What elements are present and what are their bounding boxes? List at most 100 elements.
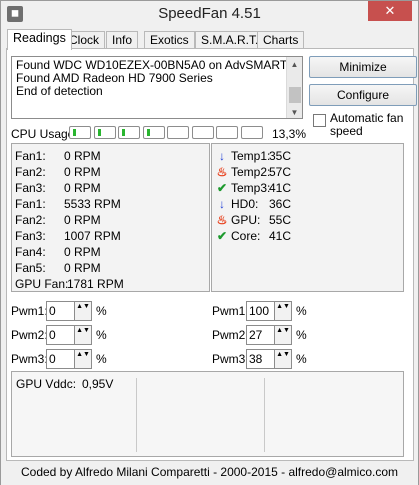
spinner-arrows-icon[interactable]: ▲▼: [74, 302, 91, 320]
fan-row: Fan2: 0 RPM: [15, 213, 205, 228]
scroll-up-icon[interactable]: ▲: [287, 58, 302, 71]
configure-button[interactable]: Configure: [309, 84, 417, 106]
fan-value: 0 RPM: [64, 165, 101, 179]
status-bar: Coded by Alfredo Milani Comparetti - 200…: [1, 461, 418, 485]
fan-row: Fan3: 1007 RPM: [15, 229, 205, 244]
cpu-core-fill: [97, 129, 101, 136]
pwm-spinner[interactable]: 100 ▲▼: [246, 301, 292, 321]
pwm-label: Pwm2:: [212, 328, 249, 342]
pwm-value[interactable]: 38: [249, 352, 262, 366]
voltage-row: GPU Vddc: 0,95V: [16, 377, 134, 392]
temp-label: GPU:: [231, 213, 261, 227]
pwm-spinner[interactable]: 38 ▲▼: [246, 349, 292, 369]
automatic-fan-speed-label: Automatic fan speed: [330, 111, 404, 138]
pwm-value[interactable]: 27: [249, 328, 262, 342]
cpu-usage-label: CPU Usage: [11, 127, 75, 141]
log-line: End of detection: [16, 84, 103, 98]
temp-value: 41C: [269, 229, 292, 243]
cpu-core-fill: [122, 129, 125, 136]
fan-value: 0 RPM: [64, 261, 101, 275]
tab-charts[interactable]: Charts: [257, 31, 305, 49]
temp-label: Temp3:: [231, 181, 271, 195]
fan-row: Fan3: 0 RPM: [15, 181, 205, 196]
temp-row: ♨ Temp2: 57C: [216, 165, 396, 180]
fan-label: Fan1:: [15, 149, 46, 163]
pwm-spinner[interactable]: 0 ▲▼: [46, 325, 92, 345]
cpu-core-bar: [118, 126, 140, 139]
tab-info[interactable]: Info: [106, 31, 139, 49]
cpu-core-bar: [216, 126, 238, 139]
title-bar: ◼ SpeedFan 4.51 ✕: [1, 1, 418, 27]
scroll-thumb[interactable]: [289, 87, 301, 103]
tab-smart[interactable]: S.M.A.R.T.: [195, 31, 265, 49]
spinner-arrows-icon[interactable]: ▲▼: [274, 350, 291, 368]
fan-row: Fan4: 0 RPM: [15, 245, 205, 260]
voltage-label: GPU Vddc:: [16, 377, 77, 391]
fan-label: Fan3:: [15, 229, 46, 243]
temp-row: ✔ Temp3: 41C: [216, 181, 396, 196]
fan-label: Fan4:: [15, 245, 46, 259]
spinner-arrows-icon[interactable]: ▲▼: [74, 350, 91, 368]
pwm-unit: %: [296, 304, 307, 318]
pwm-label: Pwm1:: [212, 304, 249, 318]
tab-readings[interactable]: Readings: [7, 29, 72, 50]
arrow-down-icon: ↓: [219, 197, 225, 211]
pwm-unit: %: [296, 352, 307, 366]
fan-row: Fan2: 0 RPM: [15, 165, 205, 180]
pwm-spinner[interactable]: 0 ▲▼: [46, 301, 92, 321]
temp-label: Temp1:: [231, 149, 271, 163]
temp-label: Core:: [231, 229, 261, 243]
voltage-value: 0,95V: [82, 377, 114, 391]
log-scrollbar[interactable]: ▲ ▼: [286, 57, 302, 118]
pwm-unit: %: [96, 352, 107, 366]
pwm-label: Pwm1:: [11, 304, 48, 318]
detection-log[interactable]: Found WDC WD10EZEX-00BN5A0 on AdvSMART F…: [11, 56, 303, 119]
fan-value: 1007 RPM: [64, 229, 121, 243]
fan-value: 0 RPM: [64, 245, 101, 259]
cpu-core-bar: [69, 126, 91, 139]
temp-value: 41C: [269, 181, 292, 195]
pwm-label: Pwm3:: [212, 352, 249, 366]
temp-label: HD0:: [231, 197, 259, 211]
spinner-arrows-icon[interactable]: ▲▼: [274, 302, 291, 320]
pwm-value[interactable]: 0: [49, 352, 56, 366]
fan-value: 0 RPM: [64, 181, 101, 195]
minimize-button[interactable]: Minimize: [309, 56, 417, 78]
temp-row: ♨ GPU: 55C: [216, 213, 396, 228]
pwm-spinner[interactable]: 27 ▲▼: [246, 325, 292, 345]
temps-box: ↓ Temp1: 35C ♨ Temp2: 57C ✔ Temp3: 41C ↓ HD0: 36C ♨ G…: [211, 143, 404, 292]
cpu-core-bar: [167, 126, 189, 139]
automatic-fan-speed-checkbox[interactable]: [313, 114, 326, 127]
spinner-arrows-icon[interactable]: ▲▼: [274, 326, 291, 344]
temp-value: 35C: [269, 149, 292, 163]
fans-box: Fan1: 0 RPM Fan2: 0 RPM Fan3: 0 RPM Fan1: 5533 …: [11, 143, 210, 292]
voltages-box: GPU Vddc: 0,95V: [11, 371, 404, 457]
temp-row: ✔ Core: 41C: [216, 229, 396, 244]
cpu-usage-percent: 13,3%: [272, 127, 307, 141]
pwm-value[interactable]: 100: [249, 304, 269, 318]
fan-row: Fan1: 5533 RPM: [15, 197, 205, 212]
temp-value: 36C: [269, 197, 292, 211]
cpu-core-bar: [93, 126, 116, 139]
spinner-arrows-icon[interactable]: ▲▼: [74, 326, 91, 344]
fan-value: 5533 RPM: [64, 197, 121, 211]
pwm-unit: %: [96, 304, 107, 318]
tab-exotics[interactable]: Exotics: [144, 31, 195, 49]
cpu-core-fill: [146, 129, 150, 136]
arrow-down-icon: ↓: [219, 149, 225, 163]
pwm-label: Pwm2:: [11, 328, 48, 342]
cpu-core-bar: [191, 126, 214, 139]
close-button[interactable]: ✕: [368, 1, 412, 21]
flame-icon: ♨: [216, 213, 228, 227]
flame-icon: ♨: [216, 165, 228, 179]
checkmark-icon: ✔: [216, 181, 228, 195]
pwm-value[interactable]: 0: [49, 328, 56, 342]
temp-row: ↓ HD0: 36C: [216, 197, 396, 212]
cpu-core-fill: [73, 129, 76, 136]
scroll-down-icon[interactable]: ▼: [287, 106, 302, 119]
fan-value: 1781 RPM: [67, 277, 124, 291]
pwm-spinner[interactable]: 0 ▲▼: [46, 349, 92, 369]
cpu-core-bar: [142, 126, 165, 139]
voltages-divider: [264, 378, 265, 452]
pwm-value[interactable]: 0: [49, 304, 56, 318]
